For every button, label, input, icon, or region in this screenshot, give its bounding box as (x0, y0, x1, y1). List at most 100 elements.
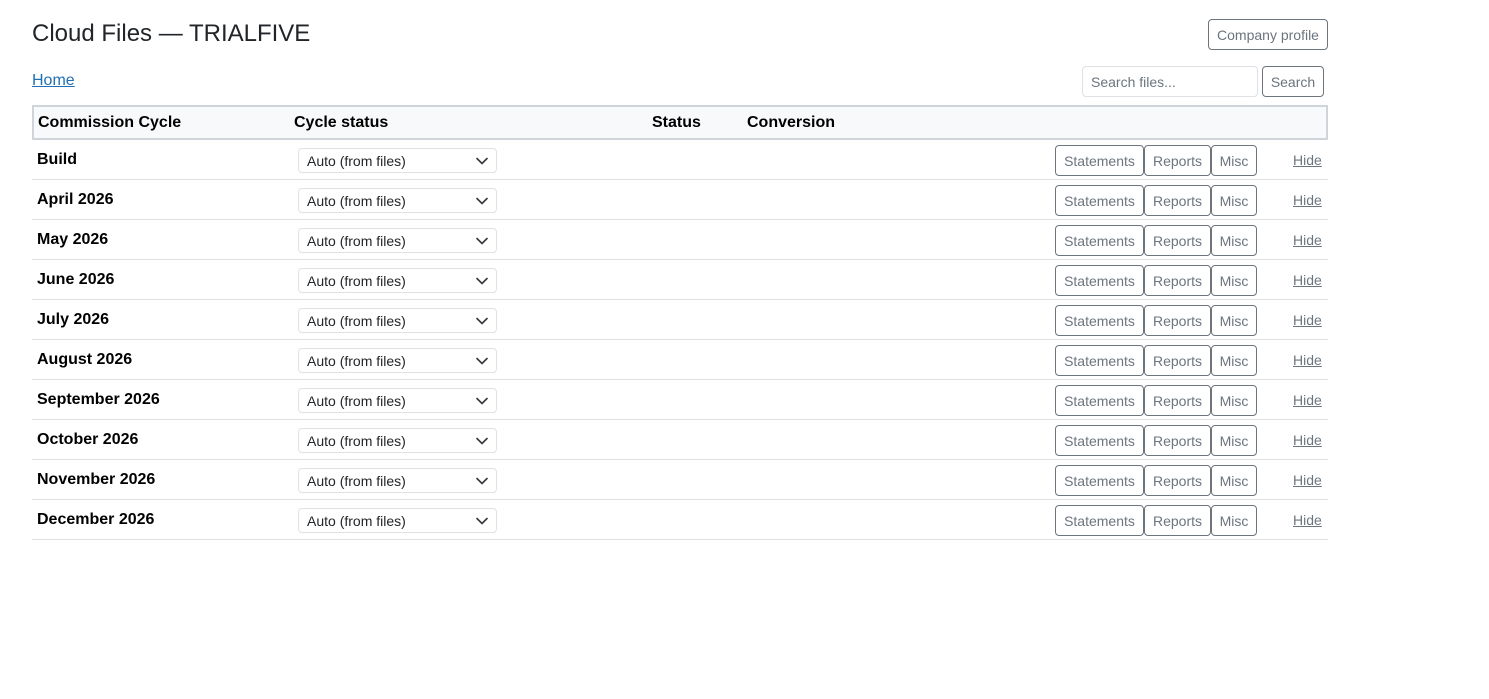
cycle-name: July 2026 (37, 311, 110, 328)
row-action-buttons: Statements Reports Misc (1055, 385, 1257, 416)
reports-button[interactable]: Reports (1144, 345, 1211, 376)
cycle-name: Build (37, 151, 77, 168)
cycle-name: May 2026 (37, 231, 109, 248)
table-body: Build Auto (from files) Statements Repor… (32, 140, 1328, 540)
hide-link[interactable]: Hide (1293, 312, 1322, 328)
hide-link[interactable]: Hide (1293, 512, 1322, 528)
table-row: Build Auto (from files) Statements Repor… (32, 140, 1328, 180)
table-row: August 2026 Auto (from files) Statements… (32, 340, 1328, 380)
column-header-cycle-status: Cycle status (294, 114, 389, 131)
reports-button[interactable]: Reports (1144, 305, 1211, 336)
cycle-name: December 2026 (37, 511, 155, 528)
row-action-buttons: Statements Reports Misc (1055, 505, 1257, 536)
statements-button[interactable]: Statements (1055, 265, 1144, 296)
cycle-status-value: Auto (from files) (307, 432, 406, 449)
row-action-buttons: Statements Reports Misc (1055, 185, 1257, 216)
cycle-status-value: Auto (from files) (307, 312, 406, 329)
cycle-status-value: Auto (from files) (307, 352, 406, 369)
chevron-down-icon (476, 357, 488, 364)
cycles-table: Commission Cycle Cycle status Status Con… (32, 105, 1328, 540)
chevron-down-icon (476, 437, 488, 444)
misc-button[interactable]: Misc (1211, 505, 1257, 536)
chevron-down-icon (476, 197, 488, 204)
row-action-buttons: Statements Reports Misc (1055, 145, 1257, 176)
column-header-commission-cycle: Commission Cycle (38, 114, 182, 131)
table-row: December 2026 Auto (from files) Statemen… (32, 500, 1328, 540)
table-header: Commission Cycle Cycle status Status Con… (32, 105, 1328, 140)
reports-button[interactable]: Reports (1144, 185, 1211, 216)
cycle-name: October 2026 (37, 431, 139, 448)
company-profile-button[interactable]: Company profile (1208, 19, 1328, 50)
cycle-status-value: Auto (from files) (307, 472, 406, 489)
table-row: September 2026 Auto (from files) Stateme… (32, 380, 1328, 420)
chevron-down-icon (476, 397, 488, 404)
table-row: April 2026 Auto (from files) Statements … (32, 180, 1328, 220)
misc-button[interactable]: Misc (1211, 145, 1257, 176)
chevron-down-icon (476, 317, 488, 324)
statements-button[interactable]: Statements (1055, 225, 1144, 256)
cycle-status-select[interactable]: Auto (from files) (298, 188, 497, 213)
chevron-down-icon (476, 157, 488, 164)
page: Cloud Files — TRIALFIVE Company profile … (0, 0, 1489, 699)
page-title: Cloud Files — TRIALFIVE (32, 20, 311, 47)
hide-link[interactable]: Hide (1293, 472, 1322, 488)
cycle-status-select[interactable]: Auto (from files) (298, 148, 497, 173)
reports-button[interactable]: Reports (1144, 145, 1211, 176)
search-input[interactable] (1082, 66, 1258, 97)
cycle-name: September 2026 (37, 391, 160, 408)
misc-button[interactable]: Misc (1211, 465, 1257, 496)
search-button[interactable]: Search (1262, 66, 1324, 97)
hide-link[interactable]: Hide (1293, 152, 1322, 168)
statements-button[interactable]: Statements (1055, 425, 1144, 456)
misc-button[interactable]: Misc (1211, 265, 1257, 296)
statements-button[interactable]: Statements (1055, 305, 1144, 336)
reports-button[interactable]: Reports (1144, 505, 1211, 536)
statements-button[interactable]: Statements (1055, 345, 1144, 376)
row-action-buttons: Statements Reports Misc (1055, 225, 1257, 256)
chevron-down-icon (476, 277, 488, 284)
cycle-name: November 2026 (37, 471, 156, 488)
cycle-status-value: Auto (from files) (307, 392, 406, 409)
reports-button[interactable]: Reports (1144, 225, 1211, 256)
hide-link[interactable]: Hide (1293, 392, 1322, 408)
cycle-status-select[interactable]: Auto (from files) (298, 268, 497, 293)
row-action-buttons: Statements Reports Misc (1055, 465, 1257, 496)
statements-button[interactable]: Statements (1055, 145, 1144, 176)
cycle-status-select[interactable]: Auto (from files) (298, 308, 497, 333)
statements-button[interactable]: Statements (1055, 505, 1144, 536)
cycle-name: August 2026 (37, 351, 133, 368)
hide-link[interactable]: Hide (1293, 232, 1322, 248)
table-row: July 2026 Auto (from files) Statements R… (32, 300, 1328, 340)
reports-button[interactable]: Reports (1144, 465, 1211, 496)
misc-button[interactable]: Misc (1211, 225, 1257, 256)
misc-button[interactable]: Misc (1211, 425, 1257, 456)
statements-button[interactable]: Statements (1055, 465, 1144, 496)
hide-link[interactable]: Hide (1293, 272, 1322, 288)
hide-link[interactable]: Hide (1293, 352, 1322, 368)
table-row: November 2026 Auto (from files) Statemen… (32, 460, 1328, 500)
misc-button[interactable]: Misc (1211, 305, 1257, 336)
cycle-status-select[interactable]: Auto (from files) (298, 428, 497, 453)
cycle-status-value: Auto (from files) (307, 192, 406, 209)
hide-link[interactable]: Hide (1293, 192, 1322, 208)
table-row: October 2026 Auto (from files) Statement… (32, 420, 1328, 460)
hide-link[interactable]: Hide (1293, 432, 1322, 448)
cycle-status-select[interactable]: Auto (from files) (298, 388, 497, 413)
cycle-status-select[interactable]: Auto (from files) (298, 348, 497, 373)
reports-button[interactable]: Reports (1144, 265, 1211, 296)
reports-button[interactable]: Reports (1144, 385, 1211, 416)
cycle-status-select[interactable]: Auto (from files) (298, 468, 497, 493)
cycle-status-value: Auto (from files) (307, 512, 406, 529)
statements-button[interactable]: Statements (1055, 185, 1144, 216)
reports-button[interactable]: Reports (1144, 425, 1211, 456)
cycle-status-select[interactable]: Auto (from files) (298, 228, 497, 253)
cycle-status-select[interactable]: Auto (from files) (298, 508, 497, 533)
misc-button[interactable]: Misc (1211, 345, 1257, 376)
misc-button[interactable]: Misc (1211, 185, 1257, 216)
breadcrumb-home-link[interactable]: Home (32, 72, 75, 90)
row-action-buttons: Statements Reports Misc (1055, 425, 1257, 456)
statements-button[interactable]: Statements (1055, 385, 1144, 416)
cycle-status-value: Auto (from files) (307, 232, 406, 249)
chevron-down-icon (476, 517, 488, 524)
misc-button[interactable]: Misc (1211, 385, 1257, 416)
